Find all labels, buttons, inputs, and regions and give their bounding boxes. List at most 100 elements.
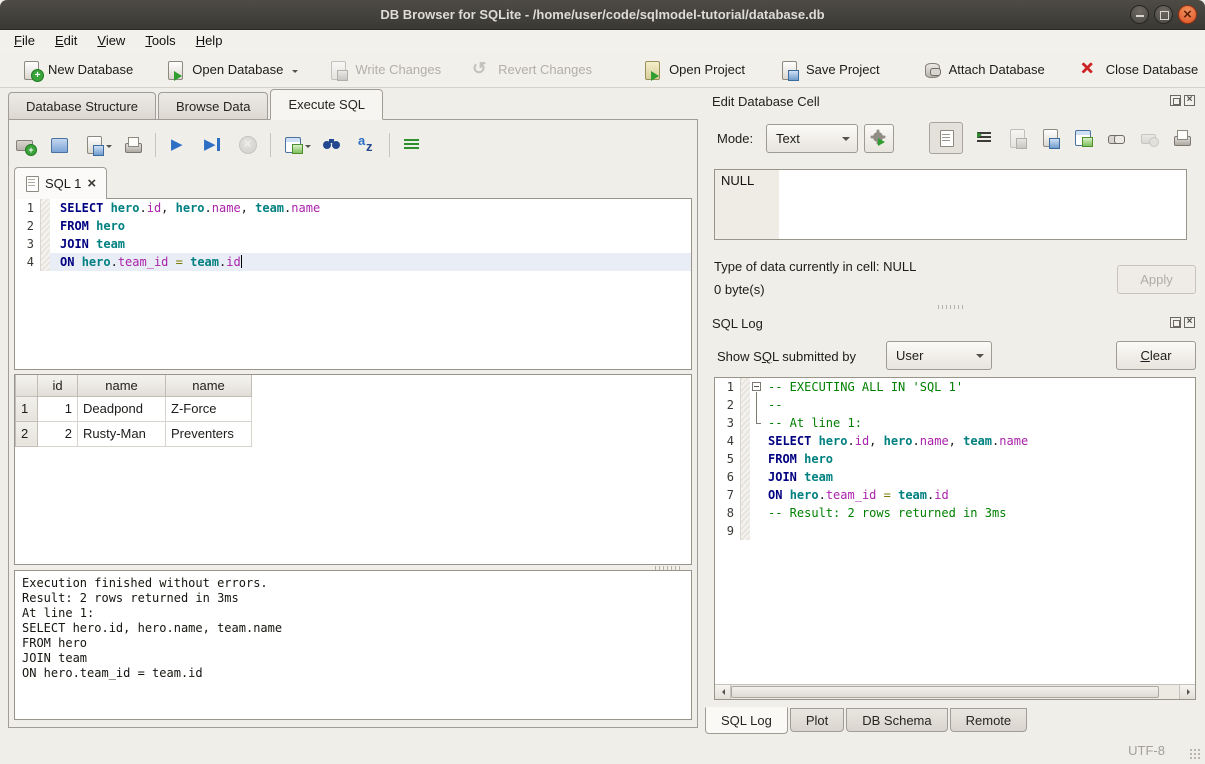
close-database-button[interactable]: Close Database (1070, 55, 1205, 85)
scroll-left-icon[interactable] (715, 685, 731, 699)
sql-tab-close-icon[interactable]: × (87, 177, 96, 191)
status-bar: UTF-8 (0, 736, 1205, 764)
mode-combobox[interactable]: Text (766, 124, 858, 153)
execution-message-box: Execution finished without errors. Resul… (14, 570, 692, 720)
mode-value: Text (776, 131, 800, 146)
row-header[interactable]: 2 (16, 421, 38, 446)
new-database-button[interactable]: New Database (12, 55, 142, 85)
tab-plot[interactable]: Plot (790, 708, 844, 732)
print-cell-icon[interactable] (1172, 128, 1192, 148)
menu-bar: File Edit View Tools Help (0, 30, 1205, 52)
float-panel-icon[interactable] (1170, 95, 1181, 106)
menu-file[interactable]: File (4, 30, 45, 52)
float-panel-icon[interactable] (1170, 317, 1181, 328)
stop-execution-icon[interactable] (238, 135, 258, 155)
row-header[interactable]: 1 (16, 396, 38, 421)
fold-column (750, 396, 764, 414)
open-sql-file-icon[interactable] (49, 135, 69, 155)
sql-editor-tab[interactable]: SQL 1 × (14, 167, 107, 199)
close-button[interactable] (1178, 5, 1197, 24)
cell-id[interactable]: 2 (38, 421, 78, 446)
cell-value-editor[interactable]: NULL (714, 169, 1187, 240)
tab-sql-log[interactable]: SQL Log (705, 707, 788, 734)
results-view: id name name 1 1 Deadpond Z-Force 2 2 Ru… (14, 374, 692, 565)
log-line: 1 -- EXECUTING ALL IN 'SQL 1' (715, 378, 1195, 396)
tab-browse-data[interactable]: Browse Data (158, 92, 268, 120)
column-header-name2[interactable]: name (166, 375, 252, 396)
cell-value: NULL (721, 173, 754, 188)
save-cell-data-icon[interactable] (1040, 128, 1060, 148)
save-sql-file-icon[interactable] (84, 135, 104, 155)
log-line: 4 SELECT hero.id, hero.name, team.name (715, 432, 1195, 450)
column-header-id[interactable]: id (38, 375, 78, 396)
export-cell-data-icon[interactable] (1073, 128, 1093, 148)
save-project-button[interactable]: Save Project (770, 55, 889, 85)
log-filter-combobox[interactable]: User (886, 341, 992, 370)
format-sql-icon[interactable] (357, 135, 377, 155)
clear-log-button[interactable]: Clear (1116, 341, 1196, 370)
apply-data-button[interactable] (864, 124, 894, 153)
open-sql-tab-icon[interactable] (14, 135, 34, 155)
open-database-dropdown-icon[interactable] (292, 70, 298, 76)
log-horizontal-scrollbar[interactable] (715, 684, 1195, 699)
cell-id[interactable]: 1 (38, 396, 78, 421)
export-results-dropdown-icon[interactable] (305, 145, 311, 151)
tab-execute-sql[interactable]: Execute SQL (270, 89, 383, 120)
cell-team-name[interactable]: Z-Force (166, 396, 252, 421)
minimize-button[interactable] (1130, 5, 1149, 24)
link-icon[interactable] (1106, 128, 1126, 148)
corner-header[interactable] (16, 375, 38, 396)
save-sql-dropdown-icon[interactable] (106, 145, 112, 151)
execution-message-text: Execution finished without errors. Resul… (15, 571, 691, 686)
log-line: 6 JOIN team (715, 468, 1195, 486)
cell-hero-name[interactable]: Rusty-Man (78, 421, 166, 446)
export-results-icon[interactable] (283, 135, 303, 155)
execute-current-line-icon[interactable] (203, 135, 223, 155)
line-number: 8 (715, 504, 741, 522)
menu-view[interactable]: View (87, 30, 135, 52)
write-changes-button[interactable]: Write Changes (319, 55, 450, 85)
close-database-icon (1079, 60, 1099, 80)
apply-button[interactable]: Apply (1117, 265, 1196, 294)
editor-line-current: 4 ON hero.team_id = team.id (15, 253, 691, 271)
close-panel-icon[interactable] (1184, 317, 1195, 328)
log-margin (741, 414, 750, 432)
menu-tools[interactable]: Tools (135, 30, 185, 52)
scrollbar-thumb[interactable] (731, 686, 1159, 698)
menu-edit[interactable]: Edit (45, 30, 87, 52)
print-icon[interactable] (123, 135, 143, 155)
maximize-button[interactable] (1154, 5, 1173, 24)
tab-db-schema[interactable]: DB Schema (846, 708, 947, 732)
menu-help[interactable]: Help (186, 30, 233, 52)
fold-collapse-icon[interactable] (752, 382, 761, 391)
attach-database-button[interactable]: Attach Database (913, 55, 1054, 85)
line-number: 1 (15, 199, 41, 217)
cell-hero-name[interactable]: Deadpond (78, 396, 166, 421)
execute-all-icon[interactable] (168, 135, 188, 155)
sql-editor[interactable]: 1 SELECT hero.id, hero.name, team.name 2… (14, 198, 692, 370)
set-null-icon[interactable] (1139, 128, 1159, 148)
scroll-right-icon[interactable] (1179, 685, 1195, 699)
word-wrap-icon[interactable] (402, 135, 422, 155)
close-panel-icon[interactable] (1184, 95, 1195, 106)
gear-arrow-icon (869, 129, 889, 149)
revert-changes-button[interactable]: Revert Changes (462, 55, 601, 85)
word-wrap-lines-icon[interactable] (974, 128, 994, 148)
resize-grip[interactable] (1189, 748, 1201, 760)
tab-database-structure[interactable]: Database Structure (8, 92, 156, 120)
cell-editor-toolbar (974, 128, 1192, 148)
column-header-name[interactable]: name (78, 375, 166, 396)
sql-toolbar-separator (155, 133, 156, 157)
open-project-button[interactable]: Open Project (633, 55, 754, 85)
splitter-handle[interactable] (938, 305, 964, 309)
line-number: 3 (15, 235, 41, 253)
tab-remote[interactable]: Remote (950, 708, 1028, 732)
editor-margin (41, 235, 50, 253)
text-mode-toggle[interactable] (929, 122, 963, 154)
log-line: 3 -- At line 1: (715, 414, 1195, 432)
open-database-button[interactable]: Open Database (156, 55, 307, 85)
mode-label: Mode: (717, 131, 753, 146)
import-cell-data-icon[interactable] (1007, 128, 1027, 148)
find-icon[interactable] (322, 135, 342, 155)
cell-team-name[interactable]: Preventers (166, 421, 252, 446)
